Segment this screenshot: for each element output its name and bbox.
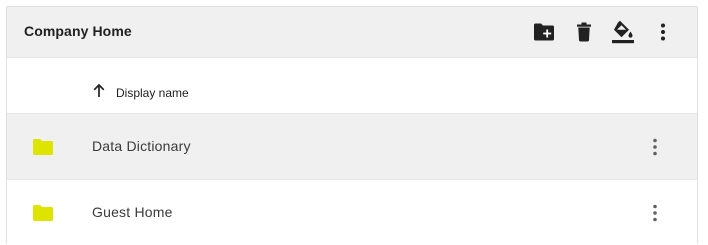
folder-icon — [33, 139, 53, 155]
row-more-actions-button[interactable] — [647, 135, 663, 159]
table-header: Display name — [7, 57, 697, 114]
sort-ascending-icon[interactable] — [91, 83, 107, 99]
folder-icon — [33, 205, 53, 221]
table-row[interactable]: Guest Home — [7, 179, 697, 245]
row-name: Guest Home — [92, 204, 173, 220]
delete-icon — [577, 22, 591, 42]
table-row[interactable]: Data Dictionary — [7, 113, 697, 179]
toolbar: Company Home — [7, 7, 697, 57]
more-actions-button[interactable] — [650, 19, 676, 45]
row-name: Data Dictionary — [92, 138, 191, 154]
more-vert-icon — [653, 138, 657, 156]
column-header-display-name[interactable]: Display name — [116, 86, 189, 100]
create-folder-button[interactable] — [531, 19, 557, 45]
more-vert-icon — [661, 23, 665, 41]
document-list-panel: Company Home Display name Data Dictionar… — [6, 6, 698, 245]
delete-button[interactable] — [571, 19, 597, 45]
paint-bucket-button[interactable] — [610, 19, 636, 45]
paint-bucket-icon — [612, 20, 634, 44]
create-folder-icon — [534, 23, 554, 41]
more-vert-icon — [653, 204, 657, 222]
row-more-actions-button[interactable] — [647, 201, 663, 225]
toolbar-title: Company Home — [24, 23, 132, 39]
